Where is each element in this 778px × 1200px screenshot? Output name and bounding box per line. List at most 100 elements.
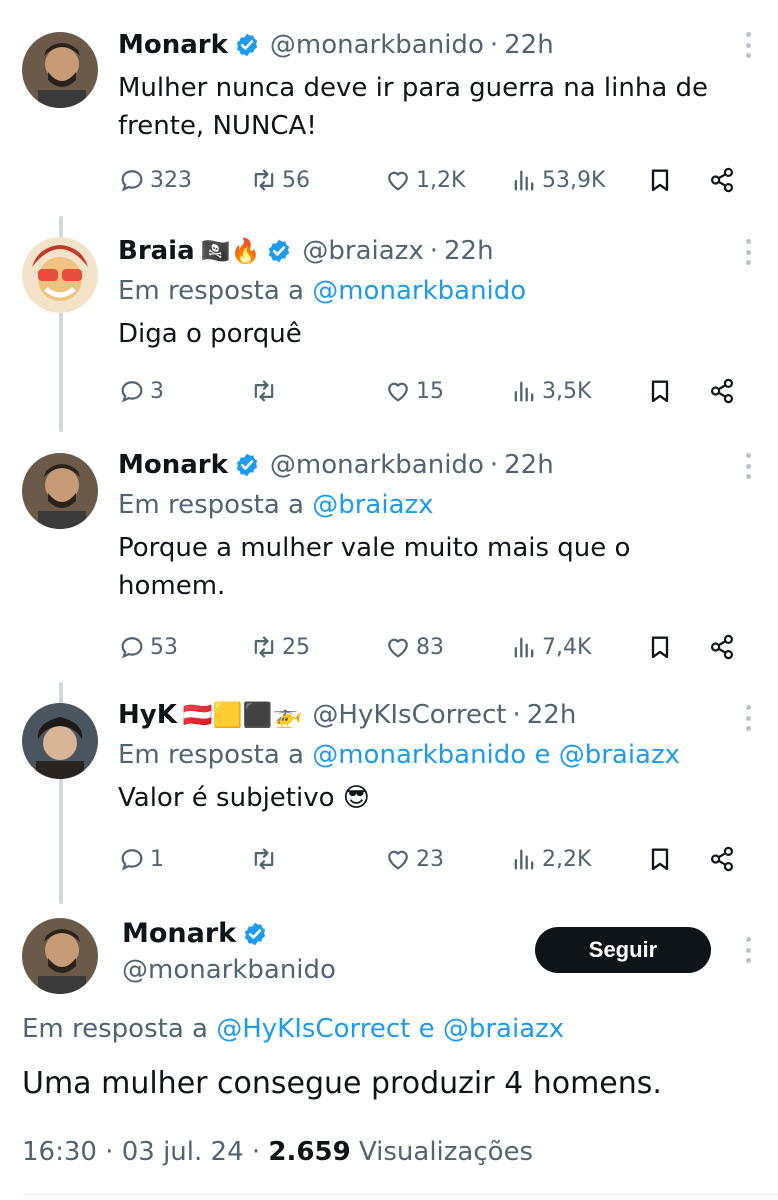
like-count: 23 [416,846,444,872]
main-tweet-handle[interactable]: @monarkbanido [122,955,336,985]
bookmark-button[interactable] [646,627,674,667]
reply-mention[interactable]: @HyKIsCorrect e @braiazx [216,1014,564,1044]
tweet-text: Mulher nunca deve ir para guerra na linh… [118,73,709,141]
separator-dot: · [251,1137,269,1167]
author-name[interactable]: Monark [118,30,228,60]
bookmark-icon [651,848,669,871]
reply-button[interactable]: 3 [118,371,164,411]
reply-context: Em resposta a @monarkbanido e @braiazx [118,737,758,773]
tweet-text: Diga o porquê [118,319,302,349]
share-icon [710,167,734,193]
views-count: 7,4K [542,634,592,660]
reply-mention[interactable]: @braiazx [312,490,433,520]
separator-dot: · [512,700,521,730]
bookmark-button[interactable] [646,160,674,200]
separator-dot: · [105,1137,122,1167]
tweet[interactable]: HyK 🇦🇹🟨⬛🚁 @HyKIsCorrect · 22h Em respost… [0,681,778,903]
tweet-actions: 3 15 3,5K [118,371,748,411]
like-button[interactable]: 1,2K [384,160,465,200]
author-name[interactable]: HyK [118,700,177,730]
like-button[interactable]: 23 [384,839,444,879]
share-icon [710,634,734,660]
separator-dot: · [429,236,439,266]
retweet-icon [254,380,274,402]
author-handle[interactable]: @monarkbanido [270,30,484,60]
verified-badge-icon [234,32,260,58]
share-icon [710,378,734,404]
retweet-button[interactable]: 25 [250,627,310,667]
views-button[interactable]: 53,9K [510,160,605,200]
retweet-button[interactable]: 56 [250,160,310,200]
tweet[interactable]: Braia 🏴‍☠️🔥 @braiazx · 22h Em resposta a… [0,215,778,431]
share-button[interactable] [708,160,736,200]
reply-button[interactable]: 53 [118,627,178,667]
views-button[interactable]: 7,4K [510,627,591,667]
views-total: 2.659 [268,1137,351,1167]
bookmark-button[interactable] [646,371,674,411]
tweet-text: Valor é subjetivo 😎 [118,783,370,813]
like-button[interactable]: 15 [384,371,444,411]
reply-mention[interactable]: @monarkbanido [312,276,526,306]
share-button[interactable] [708,371,736,411]
like-icon [388,638,408,658]
author-name[interactable]: Monark [118,450,228,480]
reply-count: 323 [150,167,192,193]
tweet-time[interactable]: 16:30 [22,1137,97,1167]
retweet-count: 25 [282,634,310,660]
retweet-icon [254,636,274,658]
share-button[interactable] [708,839,736,879]
main-tweet-author[interactable]: Monark [122,918,268,949]
retweet-button[interactable] [250,839,282,879]
reply-context: Em resposta a @monarkbanido [118,273,758,309]
follow-button[interactable]: Seguir [535,927,711,973]
reply-button[interactable]: 1 [118,839,164,879]
main-tweet-reply-context: Em resposta a @HyKIsCorrect e @braiazx [22,1014,564,1044]
main-tweet-avatar[interactable] [22,918,98,994]
verified-badge-icon [266,238,292,264]
author-name[interactable]: Braia [118,236,195,266]
more-icon[interactable] [744,239,752,265]
like-icon [388,850,408,870]
like-icon [388,382,408,402]
reply-count: 3 [150,378,164,404]
retweet-button[interactable] [250,371,282,411]
timestamp[interactable]: 22h [504,450,554,480]
more-icon[interactable] [744,705,752,731]
tweet[interactable]: Monark @monarkbanido · 22h Em resposta a… [0,431,778,681]
views-icon [514,381,534,402]
views-icon [514,637,534,658]
avatar[interactable] [22,32,98,108]
separator-dot: · [489,30,499,60]
share-button[interactable] [708,627,736,667]
timestamp[interactable]: 22h [504,30,554,60]
reply-prefix: Em resposta a [22,1014,208,1044]
verified-badge-icon [242,921,268,947]
reply-prefix: Em resposta a [118,490,304,520]
views-icon [514,170,534,191]
author-handle[interactable]: @braiazx [302,236,423,266]
avatar[interactable] [22,237,98,313]
tweet-date[interactable]: 03 jul. 24 [122,1137,244,1167]
author-handle[interactable]: @HyKIsCorrect [312,700,506,730]
timestamp[interactable]: 22h [527,700,577,730]
more-icon[interactable] [744,32,752,58]
avatar[interactable] [22,703,98,779]
views-count: 3,5K [542,378,592,404]
author-handle[interactable]: @monarkbanido [270,450,484,480]
views-count: 53,9K [542,167,606,193]
views-button[interactable]: 3,5K [510,371,591,411]
views-button[interactable]: 2,2K [510,839,591,879]
reply-mention[interactable]: @monarkbanido e @braiazx [312,740,680,770]
timestamp[interactable]: 22h [444,236,494,266]
reply-icon [121,637,143,659]
reply-icon [121,170,143,192]
author-name[interactable]: Monark [122,918,236,949]
reply-button[interactable]: 323 [118,160,192,200]
bookmark-icon [651,380,669,403]
bookmark-button[interactable] [646,839,674,879]
more-icon[interactable] [744,937,752,963]
like-button[interactable]: 83 [384,627,444,667]
more-icon[interactable] [744,453,752,479]
avatar[interactable] [22,453,98,529]
tweet[interactable]: Monark @monarkbanido · 22h Mulher nunca … [0,0,778,215]
